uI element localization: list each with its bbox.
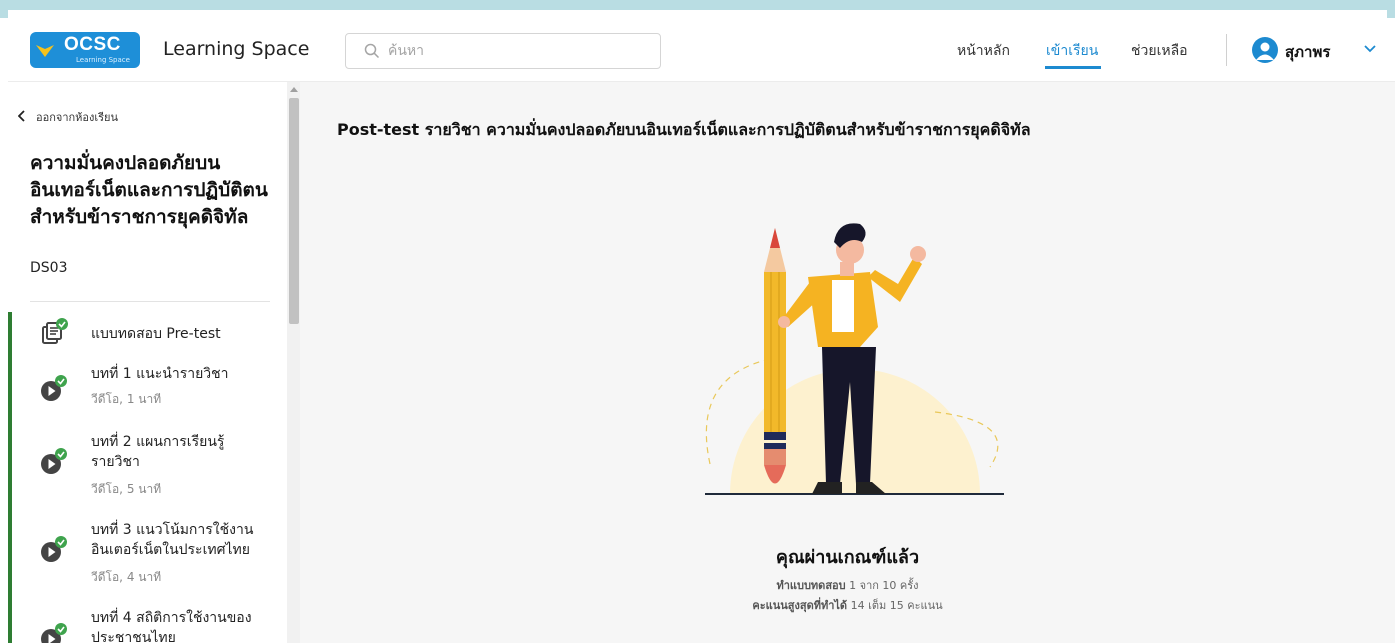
app-title: Learning Space [163, 38, 310, 60]
logo-subtext: Learning Space [76, 56, 130, 64]
sidebar-item-meta: วีดีโอ, 1 นาที [91, 392, 162, 406]
score-label: คะแนนสูงสุดที่ทำได้ [752, 599, 848, 612]
logo-text: OCSC [64, 34, 121, 55]
sidebar-item-label: บทที่ 2 แผนการเรียนรู้รายวิชา [91, 434, 225, 470]
main-content: Post-test รายวิชา ความมั่นคงปลอดภัยบนอิน… [300, 82, 1395, 643]
course-sidebar: ออกจากห้องเรียน ความมั่นคงปลอดภัยบนอินเท… [8, 82, 300, 643]
leaf-logo-icon [36, 45, 54, 57]
sidebar-item-label: บทที่ 4 สถิติการใช้งานของประชาชนไทย [91, 610, 252, 643]
success-illustration-icon [705, 223, 1004, 495]
search-icon [364, 43, 380, 59]
score-value: 14 เต็ม 15 คะแนน [850, 599, 943, 612]
video-play-icon [41, 536, 67, 562]
ocsc-logo[interactable]: OCSC Learning Space [30, 32, 140, 68]
sidebar-item-label: บทที่ 1 แนะนำรายวิชา [91, 366, 229, 382]
nav-home[interactable]: หน้าหลัก [957, 40, 1010, 62]
video-play-icon [41, 623, 67, 643]
nav-active-indicator [1045, 66, 1101, 69]
sidebar-item-label: แบบทดสอบ Pre-test [91, 326, 221, 342]
nav-help[interactable]: ช่วยเหลือ [1131, 40, 1188, 62]
search-box[interactable] [345, 33, 661, 69]
course-code: DS03 [30, 260, 68, 276]
sidebar-item-pretest[interactable]: แบบทดสอบ Pre-test [8, 318, 288, 354]
course-title: ความมั่นคงปลอดภัยบนอินเทอร์เน็ตและการปฏิ… [30, 152, 268, 228]
user-avatar-icon[interactable] [1252, 37, 1278, 63]
top-navbar: OCSC Learning Space Learning Space หน้าห… [8, 18, 1395, 82]
browser-top-strip [0, 0, 1395, 18]
sidebar-item-meta: วีดีโอ, 5 นาที [91, 482, 162, 496]
sidebar-item-lesson-2[interactable]: บทที่ 2 แผนการเรียนรู้รายวิชา วีดีโอ, 5 … [8, 432, 288, 502]
search-input[interactable] [388, 41, 648, 61]
quiz-icon [42, 318, 68, 344]
sidebar-item-label: บทที่ 3 แนวโน้มการใช้งานอินเตอร์เน็ตในปร… [91, 522, 254, 558]
sidebar-item-lesson-4[interactable]: บทที่ 4 สถิติการใช้งานของประชาชนไทย [8, 608, 288, 643]
chevron-left-icon [18, 110, 25, 122]
nav-divider [1226, 34, 1227, 66]
sidebar-item-lesson-1[interactable]: บทที่ 1 แนะนำรายวิชา วีดีโอ, 1 นาที [8, 364, 288, 414]
pass-message: คุณผ่านเกณฑ์แล้ว [775, 547, 920, 568]
attempts-value: 1 จาก 10 ครั้ง [849, 579, 919, 592]
sidebar-item-lesson-3[interactable]: บทที่ 3 แนวโน้มการใช้งานอินเตอร์เน็ตในปร… [8, 520, 288, 590]
video-play-icon [41, 448, 67, 474]
sidebar-item-meta: วีดีโอ, 4 นาที [91, 570, 162, 584]
chevron-down-icon[interactable] [1364, 44, 1376, 54]
user-name[interactable]: สุภาพร [1285, 40, 1330, 64]
attempts-stat: ทำแบบทดสอบ 1 จาก 10 ครั้ง [300, 576, 1395, 594]
sidebar-divider [30, 301, 270, 302]
leave-classroom-label: ออกจากห้องเรียน [36, 111, 119, 124]
sidebar-scrollbar-thumb[interactable] [289, 98, 299, 324]
score-stat: คะแนนสูงสุดที่ทำได้ 14 เต็ม 15 คะแนน [300, 596, 1395, 614]
nav-learn[interactable]: เข้าเรียน [1046, 40, 1098, 62]
page-title: Post-test รายวิชา ความมั่นคงปลอดภัยบนอิน… [337, 120, 1031, 139]
scroll-up-arrow-icon[interactable] [290, 87, 298, 92]
video-play-icon [41, 375, 67, 401]
attempts-label: ทำแบบทดสอบ [776, 579, 846, 592]
